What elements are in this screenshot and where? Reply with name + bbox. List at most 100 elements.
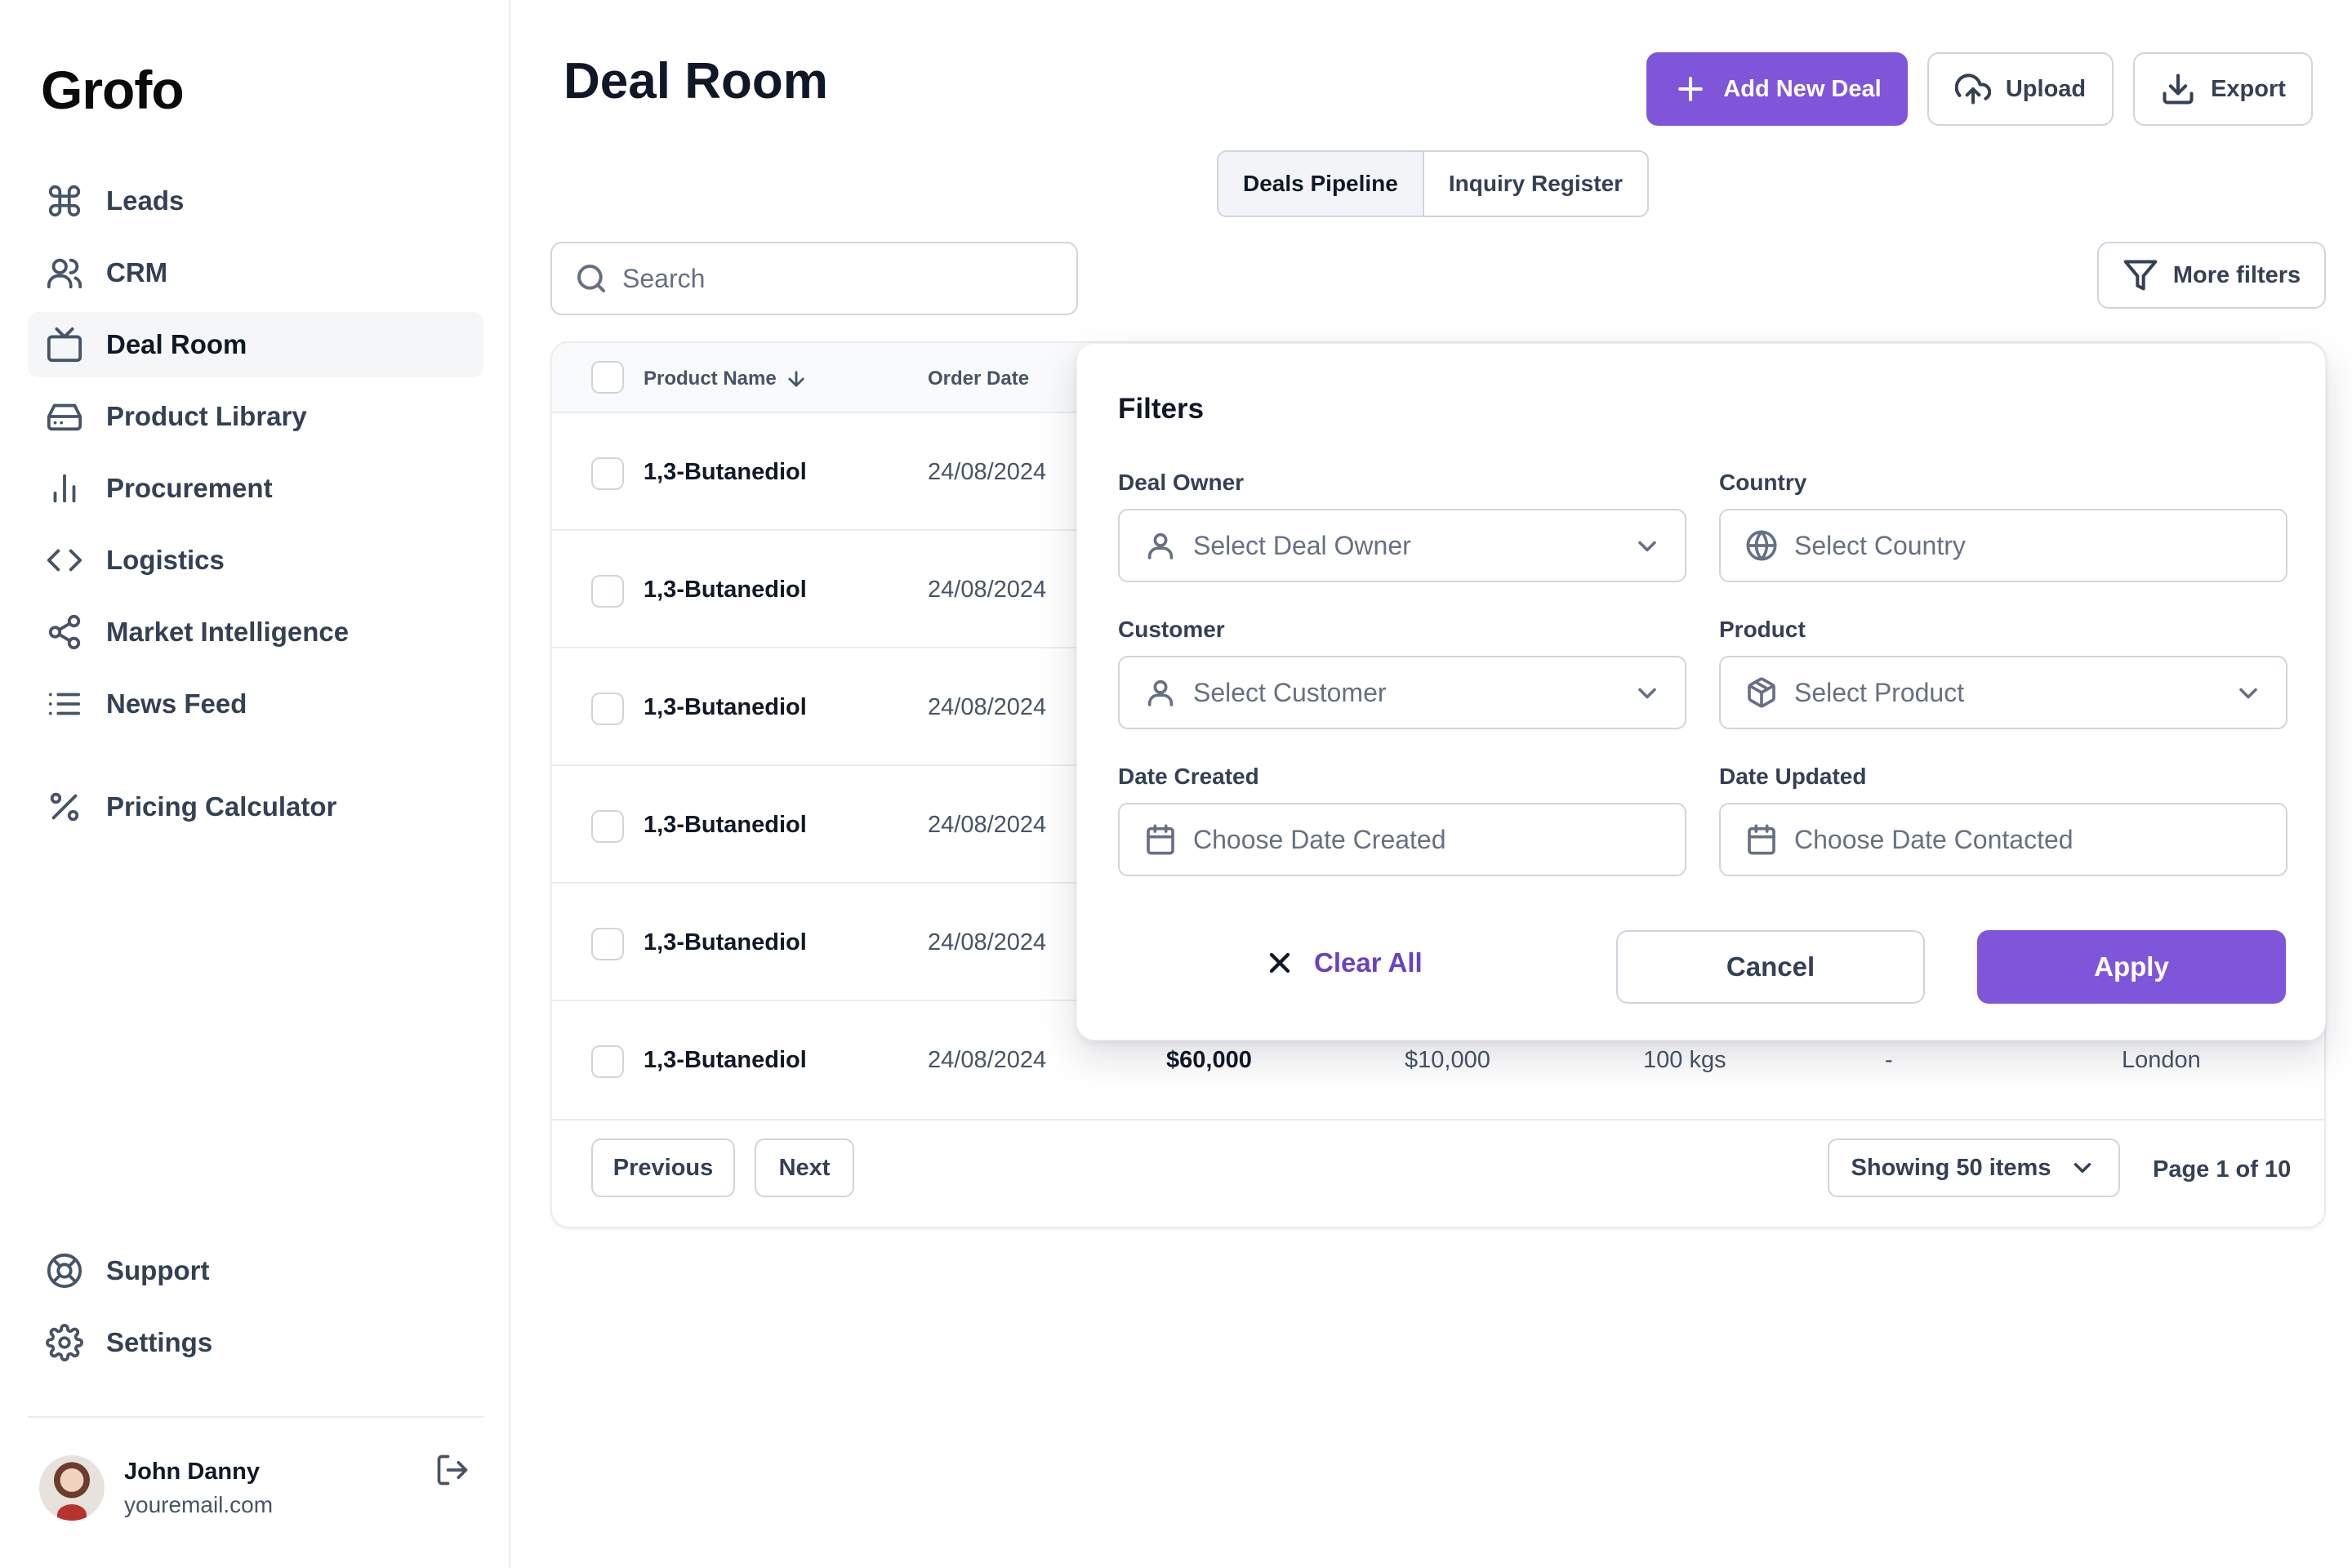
sidebar-item-label: Settings [106, 1327, 213, 1357]
sidebar-item-label: Deal Room [106, 329, 247, 359]
country-select[interactable]: Select Country [1719, 509, 2287, 582]
product-name: 1,3-Butanediol [644, 929, 807, 956]
tab-deals-pipeline[interactable]: Deals Pipeline [1218, 152, 1424, 216]
user-icon [1147, 532, 1174, 559]
user-info: John Danny youremail.com [124, 1459, 273, 1518]
filter-icon [2123, 260, 2158, 291]
tab-inquiry-register[interactable]: Inquiry Register [1424, 152, 1647, 216]
clear-all-label: Clear All [1314, 947, 1423, 978]
download-icon [2163, 74, 2194, 105]
product-placeholder: Select Product [1794, 677, 1965, 707]
product-name: 1,3-Butanediol [644, 694, 807, 720]
sidebar-item-pricing-calculator[interactable]: Pricing Calculator [28, 774, 483, 840]
sidebar-item-market-intelligence[interactable]: Market Intelligence [28, 599, 483, 665]
filters-title: Filters [1118, 393, 1205, 425]
chevron-down-icon [2239, 688, 2257, 699]
customer-placeholder: Select Customer [1193, 677, 1387, 707]
sidebar-item-settings[interactable]: Settings [28, 1310, 483, 1375]
upload-button[interactable]: Upload [1927, 52, 2114, 126]
sidebar-item-crm[interactable]: CRM [28, 240, 483, 305]
product-name: 1,3-Butanediol [644, 577, 807, 603]
product-name: 1,3-Butanediol [644, 459, 807, 485]
sidebar-item-deal-room[interactable]: Deal Room [28, 312, 483, 377]
close-icon [1269, 952, 1290, 973]
date-updated-placeholder: Choose Date Contacted [1794, 824, 2074, 854]
sidebar-item-product-library[interactable]: Product Library [28, 384, 483, 449]
deal-owner-select[interactable]: Select Deal Owner [1118, 509, 1686, 582]
sidebar-item-news-feed[interactable]: News Feed [28, 671, 483, 737]
sidebar-item-leads[interactable]: Leads [28, 168, 483, 234]
add-new-deal-label: Add New Deal [1723, 75, 1882, 102]
row-checkbox[interactable] [591, 1045, 624, 1078]
sidebar-item-procurement[interactable]: Procurement [28, 456, 483, 521]
deal-owner-label: Deal Owner [1118, 470, 1245, 495]
sidebar-item-support[interactable]: Support [28, 1238, 483, 1303]
product-label: Product [1719, 617, 1806, 642]
sidebar-nav: Leads CRM Deal Room Product Library Proc… [28, 168, 483, 846]
user-profile[interactable]: John Danny youremail.com [39, 1455, 273, 1521]
search-input[interactable]: Search [550, 242, 1078, 315]
column-order-date[interactable]: Order Date [928, 368, 1029, 390]
row-checkbox[interactable] [591, 928, 624, 960]
product-name: 1,3-Butanediol [644, 812, 807, 838]
sidebar-item-label: News Feed [106, 688, 247, 719]
more-filters-button[interactable]: More filters [2097, 242, 2326, 309]
share-icon [48, 614, 81, 650]
sidebar-item-label: Logistics [106, 545, 225, 575]
logout-icon[interactable] [434, 1452, 470, 1488]
date-created-input[interactable]: Choose Date Created [1118, 803, 1686, 876]
user-icon [1147, 679, 1174, 706]
select-all-checkbox[interactable] [591, 361, 624, 394]
sidebar: Grofo Leads CRM Deal Room Product Librar… [0, 0, 510, 1568]
export-label: Export [2211, 75, 2286, 102]
chevron-down-icon [1638, 688, 1656, 699]
order-date: 24/08/2024 [928, 812, 1047, 838]
sidebar-divider [28, 1416, 483, 1418]
settings-icon [46, 1324, 83, 1361]
arrow-down-icon [788, 371, 804, 387]
sidebar-item-label: Market Intelligence [106, 617, 350, 647]
sidebar-item-label: CRM [106, 257, 168, 287]
country-label: Country [1719, 470, 1807, 495]
row-checkbox[interactable] [591, 810, 624, 843]
row-checkbox[interactable] [591, 693, 624, 725]
date-updated-label: Date Updated [1719, 764, 1867, 789]
quantity: 100 kgs [1643, 1047, 1726, 1073]
tv-icon [47, 327, 82, 363]
sidebar-item-label: Support [106, 1255, 210, 1285]
customer-select[interactable]: Select Customer [1118, 656, 1686, 729]
sidebar-item-logistics[interactable]: Logistics [28, 528, 483, 593]
add-new-deal-button[interactable]: Add New Deal [1646, 52, 1908, 126]
life-buoy-icon [47, 1253, 82, 1289]
calendar-icon [1147, 824, 1174, 855]
column-label: Order Date [928, 368, 1030, 390]
row-checkbox[interactable] [591, 457, 624, 490]
deal-owner-placeholder: Select Deal Owner [1193, 530, 1411, 560]
filters-popover: Filters Deal Owner Select Deal Owner Cou… [1076, 343, 2326, 1040]
search-placeholder: Search [622, 263, 706, 293]
sidebar-item-label: Procurement [106, 473, 273, 503]
plus-icon [1678, 77, 1704, 101]
sidebar-bottom-nav: Support Settings [28, 1238, 483, 1382]
cancel-button[interactable]: Cancel [1616, 930, 1925, 1004]
row-checkbox[interactable] [591, 575, 624, 608]
previous-button[interactable]: Previous [591, 1138, 735, 1197]
sidebar-item-label: Pricing Calculator [106, 791, 337, 822]
next-button[interactable]: Next [755, 1138, 854, 1197]
app-logo[interactable]: Grofo [41, 59, 185, 121]
user-email: youremail.com [124, 1491, 274, 1517]
calendar-icon [1748, 824, 1775, 855]
date-updated-input[interactable]: Choose Date Contacted [1719, 803, 2287, 876]
product-name: 1,3-Butanediol [644, 1047, 807, 1073]
clear-all-button[interactable]: Clear All [1263, 947, 1423, 979]
chevron-down-icon [2074, 1163, 2091, 1173]
amount: $10,000 [1405, 1047, 1490, 1073]
order-date: 24/08/2024 [928, 694, 1047, 720]
list-icon [48, 693, 81, 715]
apply-button[interactable]: Apply [1977, 930, 2286, 1004]
export-button[interactable]: Export [2133, 52, 2313, 126]
page-title: Deal Room [564, 53, 828, 109]
items-per-page-select[interactable]: Showing 50 items [1828, 1138, 2120, 1197]
product-select[interactable]: Select Product [1719, 656, 2287, 729]
column-product-name[interactable]: Product Name [644, 368, 808, 390]
